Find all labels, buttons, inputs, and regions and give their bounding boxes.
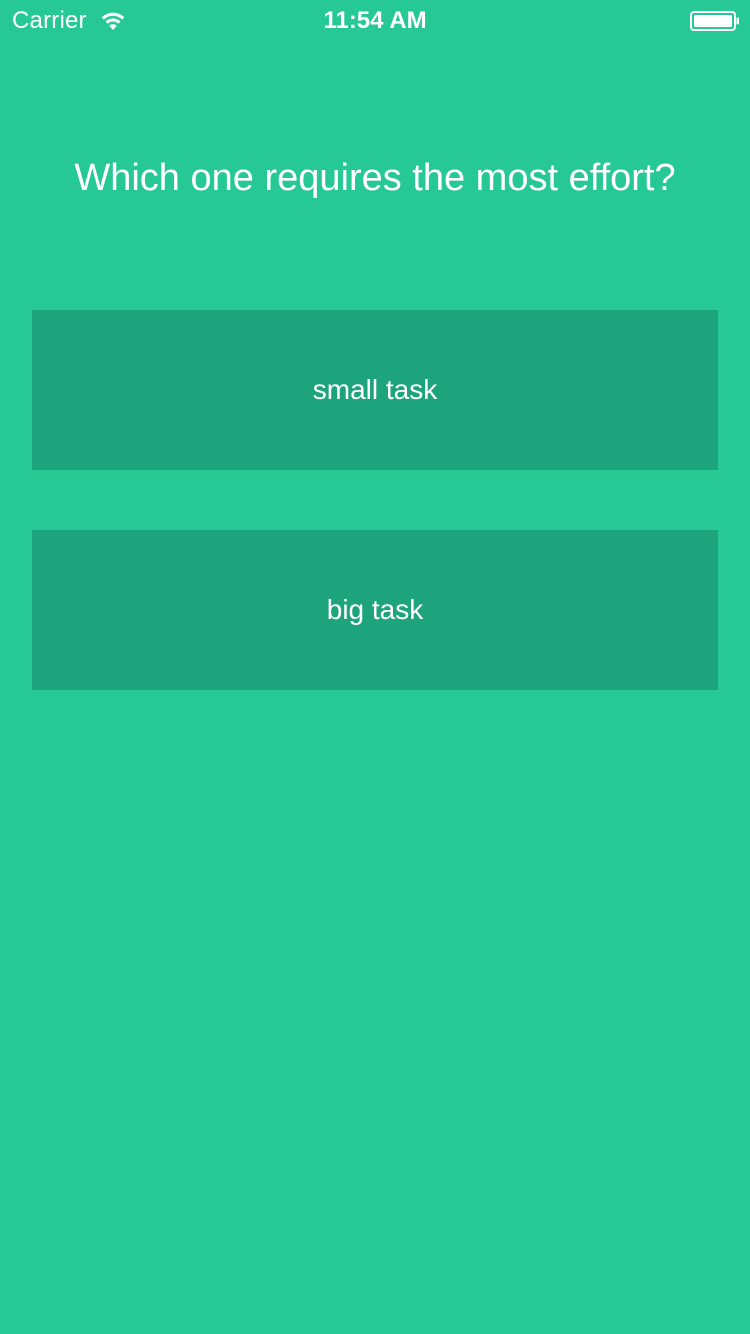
- answer-label: big task: [326, 594, 424, 625]
- answer-label: small task: [312, 374, 438, 405]
- status-bar: Carrier 11:54 AM: [0, 0, 750, 40]
- answer-button-big-task[interactable]: big task: [32, 530, 718, 690]
- question-title: Which one requires the most effort?: [74, 157, 676, 199]
- clock-time: 11:54 AM: [323, 7, 427, 34]
- answer-button-small-task[interactable]: small task: [32, 310, 718, 470]
- battery-icon: [690, 11, 739, 31]
